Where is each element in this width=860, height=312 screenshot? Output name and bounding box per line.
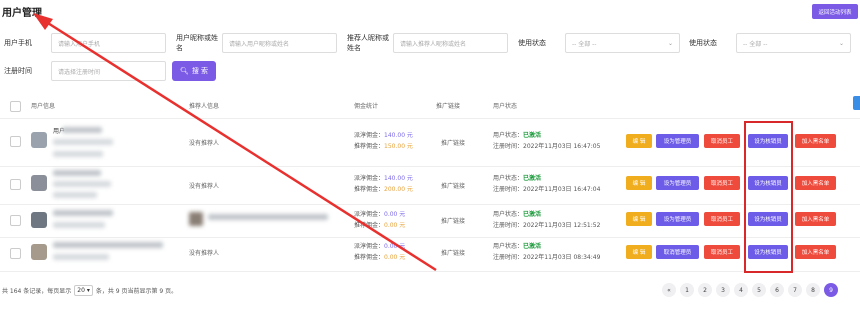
page-button-7[interactable]: 7 [788, 283, 802, 297]
page-size-value: 20 [77, 287, 85, 294]
page-button-6[interactable]: 6 [770, 283, 784, 297]
page-button-9[interactable]: 9 [824, 283, 838, 297]
page-size-select[interactable]: 20 ▾ [74, 285, 93, 296]
summary-suffix: 条，共 9 页当前显示第 9 页。 [95, 288, 178, 295]
page-button-1[interactable]: 1 [680, 283, 694, 297]
page-button-4[interactable]: 4 [734, 283, 748, 297]
page-button-5[interactable]: 5 [752, 283, 766, 297]
arrow-head-icon [33, 13, 53, 30]
summary-prefix: 共 164 条记录，每页显示 [2, 288, 72, 295]
prev-page-button[interactable]: « [662, 283, 676, 297]
chevron-down-icon: ▾ [86, 287, 90, 294]
arrow-line [39, 16, 437, 272]
annotation-arrow [33, 13, 437, 272]
pagination-summary: 共 164 条记录，每页显示 20 ▾ 条，共 9 页当前显示第 9 页。 [2, 285, 177, 296]
page-button-2[interactable]: 2 [698, 283, 712, 297]
page-button-8[interactable]: 8 [806, 283, 820, 297]
page-button-3[interactable]: 3 [716, 283, 730, 297]
pagination: « 1 2 3 4 5 6 7 8 9 [662, 283, 838, 299]
